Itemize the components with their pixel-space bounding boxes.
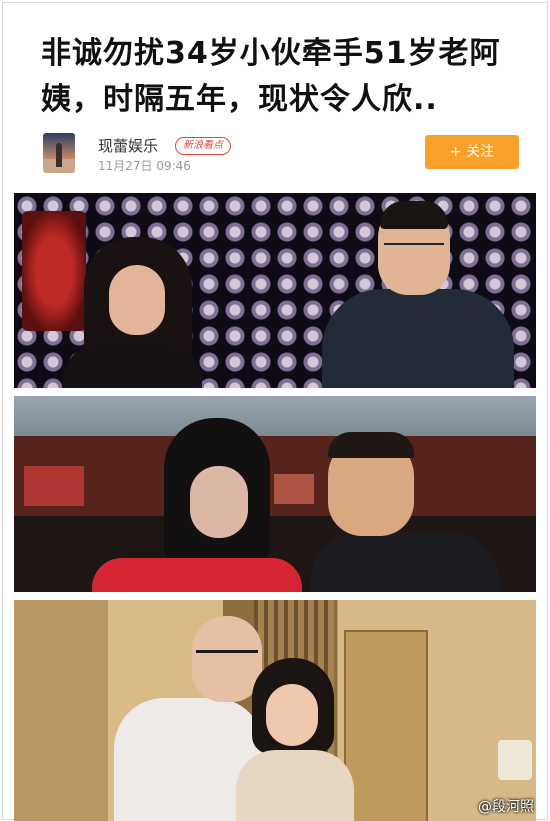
- glasses: [384, 243, 444, 257]
- author-bar: 现蕾娱乐 新浪看点 11月27日 09:46 + 关注: [43, 133, 523, 175]
- woman-body: [62, 343, 202, 388]
- man-hair: [380, 201, 448, 229]
- author-name[interactable]: 现蕾娱乐: [98, 135, 158, 156]
- woman-face: [190, 466, 248, 538]
- avatar-figure: [56, 143, 62, 167]
- photo-1[interactable]: [14, 193, 536, 388]
- photo-3[interactable]: [14, 600, 536, 821]
- woman-face: [266, 684, 318, 746]
- door: [344, 630, 428, 821]
- author-avatar[interactable]: [43, 133, 75, 173]
- article-title: 非诚勿扰34岁小伙牵手51岁老阿姨，时隔五年，现状令人欣..: [41, 36, 501, 117]
- man-body: [310, 532, 500, 592]
- lamp: [498, 740, 532, 780]
- woman-face: [109, 265, 165, 335]
- publish-time: 11月27日 09:46: [98, 159, 191, 173]
- watermark: @段河照: [478, 799, 534, 815]
- man-hair: [328, 432, 414, 458]
- author-badge: 新浪看点: [175, 137, 231, 155]
- red-lamp: [22, 211, 86, 331]
- red-light: [24, 466, 84, 506]
- glasses: [196, 650, 258, 667]
- man-body: [322, 289, 514, 388]
- follow-button[interactable]: + 关注: [425, 135, 519, 169]
- photo-2[interactable]: [14, 396, 536, 592]
- woman-body: [92, 558, 302, 592]
- warm-light: [274, 474, 314, 504]
- woman-body: [236, 750, 354, 821]
